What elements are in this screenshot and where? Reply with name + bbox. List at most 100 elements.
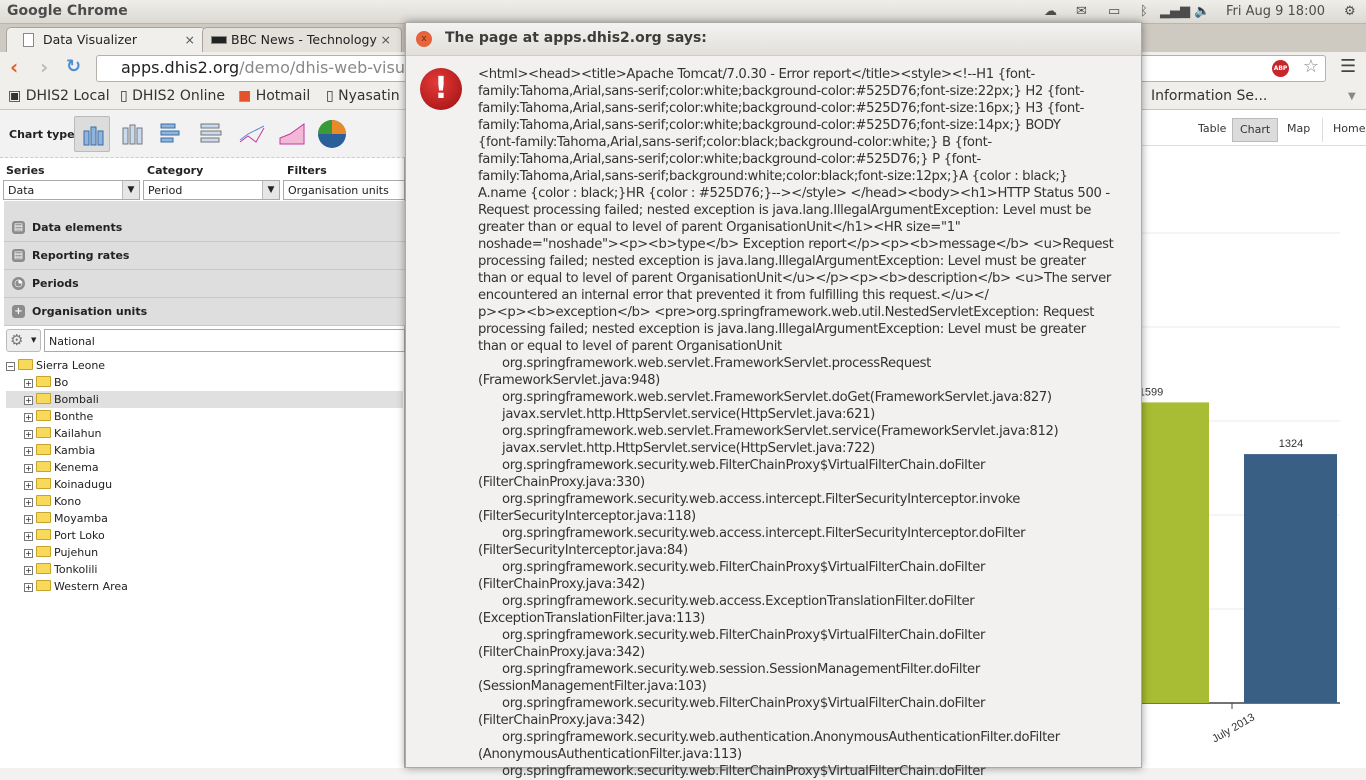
chevron-down-icon[interactable]: ▼: [122, 181, 139, 199]
tree-item[interactable]: + Western Area: [6, 578, 403, 595]
category-select[interactable]: Period ▼: [143, 180, 280, 200]
expand-icon[interactable]: +: [24, 498, 33, 507]
stack-source: (FilterChainProxy.java:342): [478, 577, 645, 592]
series-select[interactable]: Data ▼: [3, 180, 140, 200]
close-tab-icon[interactable]: ×: [185, 32, 195, 47]
error-icon: !: [420, 68, 462, 110]
expand-icon[interactable]: +: [24, 464, 33, 473]
filters-field[interactable]: Organisation units: [283, 180, 405, 200]
menu-icon[interactable]: ☰: [1340, 56, 1356, 77]
tree-label: Bonthe: [54, 410, 94, 423]
stack-call: org.springframework.security.web.FilterC…: [502, 628, 986, 643]
expand-icon[interactable]: +: [24, 566, 33, 575]
tree-item[interactable]: + Port Loko: [6, 527, 403, 544]
tree-item[interactable]: + Kambia: [6, 442, 403, 459]
section-label: Organisation units: [32, 305, 148, 318]
tree-item[interactable]: + Pujehun: [6, 544, 403, 561]
tree-item[interactable]: + Moyamba: [6, 510, 403, 527]
bookmark-star-icon[interactable]: ☆: [1303, 56, 1319, 77]
bluetooth-icon[interactable]: ᛒ: [1140, 4, 1148, 19]
stack-call: org.springframework.security.web.FilterC…: [502, 696, 986, 711]
tree-item[interactable]: + Bonthe: [6, 408, 403, 425]
tree-item[interactable]: + Kono: [6, 493, 403, 510]
tree-item[interactable]: + Bo: [6, 374, 403, 391]
bookmark-label: Hotmail: [255, 88, 311, 104]
series-label: Series: [6, 164, 45, 177]
column-chart-icon[interactable]: [74, 116, 110, 152]
folder-icon: [36, 393, 51, 404]
expand-icon[interactable]: +: [24, 379, 33, 388]
back-icon[interactable]: ‹: [10, 55, 18, 79]
caret-down-icon: ▼: [31, 336, 37, 344]
bookmark-information-se[interactable]: Information Se...: [1151, 88, 1267, 104]
message-line: encountered an internal error that preve…: [478, 288, 989, 303]
collapse-icon[interactable]: −: [6, 362, 15, 371]
expand-icon[interactable]: +: [24, 583, 33, 592]
close-tab-icon[interactable]: ×: [381, 32, 391, 47]
expand-icon[interactable]: +: [24, 515, 33, 524]
line-chart-icon[interactable]: [234, 116, 270, 152]
cloud-icon[interactable]: ☁: [1044, 4, 1057, 19]
stack-call: org.springframework.security.web.access.…: [502, 594, 975, 609]
expand-icon[interactable]: +: [24, 430, 33, 439]
tree-label: Port Loko: [54, 529, 105, 542]
mail-icon[interactable]: ✉: [1076, 4, 1087, 19]
accordion-collapsed-section[interactable]: [4, 201, 405, 215]
left-panel: Chart type Series Category Filters Data ▼…: [0, 110, 405, 768]
tree-label: Western Area: [54, 580, 128, 593]
adblock-icon[interactable]: ABP: [1272, 60, 1289, 77]
folder-icon: [36, 495, 51, 506]
tree-item[interactable]: + Koinadugu: [6, 476, 403, 493]
folder-icon: [36, 376, 51, 387]
power-gear-icon[interactable]: ⚙: [1344, 4, 1356, 19]
pie-chart-icon[interactable]: [314, 116, 350, 152]
stack-call: org.springframework.security.web.authent…: [502, 730, 1060, 745]
dialog-title: The page at apps.dhis2.org says:: [406, 23, 1141, 56]
tree-item[interactable]: + Kenema: [6, 459, 403, 476]
tree-item[interactable]: + Kailahun: [6, 425, 403, 442]
chevron-down-icon[interactable]: ▼: [262, 181, 279, 199]
area-chart-icon[interactable]: [274, 116, 310, 152]
section-data-elements[interactable]: ▤ Data elements: [4, 214, 405, 242]
folder-icon: [36, 410, 51, 421]
bookmark-nyasatin[interactable]: ▯ Nyasatin: [326, 88, 400, 104]
org-unit-settings-button[interactable]: ⚙ ▼: [6, 329, 41, 352]
tree-root[interactable]: − Sierra Leone: [6, 357, 403, 374]
bookmark-dhis2-local[interactable]: ▣ DHIS2 Local: [8, 88, 110, 104]
tree-item[interactable]: + Bombali: [6, 391, 403, 408]
clock[interactable]: Fri Aug 9 18:00: [1226, 4, 1325, 19]
expand-icon[interactable]: +: [24, 413, 33, 422]
bar-series-2: [1244, 454, 1337, 703]
expand-icon[interactable]: +: [24, 481, 33, 490]
battery-icon[interactable]: ▭: [1108, 4, 1120, 19]
reload-icon[interactable]: ↻: [66, 56, 81, 77]
tab-data-visualizer[interactable]: Data Visualizer ×: [6, 27, 206, 52]
tree-item[interactable]: + Tonkolili: [6, 561, 403, 578]
bar-chart-icon[interactable]: [154, 116, 190, 152]
expand-icon[interactable]: +: [24, 396, 33, 405]
close-icon[interactable]: x: [416, 31, 432, 47]
message-line: family:Tahoma,Arial,sans-serif;color:whi…: [478, 101, 1085, 116]
folder-icon: [36, 427, 51, 438]
forward-icon[interactable]: ›: [40, 55, 48, 79]
section-periods[interactable]: ◔ Periods: [4, 270, 405, 298]
stacked-column-chart-icon[interactable]: [114, 116, 150, 152]
stacked-bar-chart-icon[interactable]: [194, 116, 230, 152]
section-reporting-rates[interactable]: ▤ Reporting rates: [4, 242, 405, 270]
filters-label: Filters: [287, 164, 327, 177]
bookmark-hotmail[interactable]: ■ Hotmail: [238, 88, 310, 104]
section-organisation-units[interactable]: + Organisation units: [4, 298, 405, 326]
filters-value: Organisation units: [288, 184, 389, 197]
network-icon[interactable]: ▂▄▆: [1160, 4, 1190, 19]
expand-icon[interactable]: +: [24, 549, 33, 558]
bookmark-dhis2-online[interactable]: ▯ DHIS2 Online: [120, 88, 225, 104]
expand-icon[interactable]: +: [24, 447, 33, 456]
volume-icon[interactable]: 🔈: [1194, 4, 1210, 19]
org-level-field[interactable]: National: [44, 329, 405, 352]
tab-bbc-news[interactable]: BBC News - Technology ×: [202, 27, 402, 52]
expand-icon[interactable]: +: [24, 532, 33, 541]
stack-source: (FilterSecurityInterceptor.java:84): [478, 543, 688, 558]
bookmarks-overflow-icon[interactable]: ▼: [1348, 91, 1356, 102]
chart-type-bar: Chart type: [0, 110, 405, 158]
folder-icon: [36, 512, 51, 523]
